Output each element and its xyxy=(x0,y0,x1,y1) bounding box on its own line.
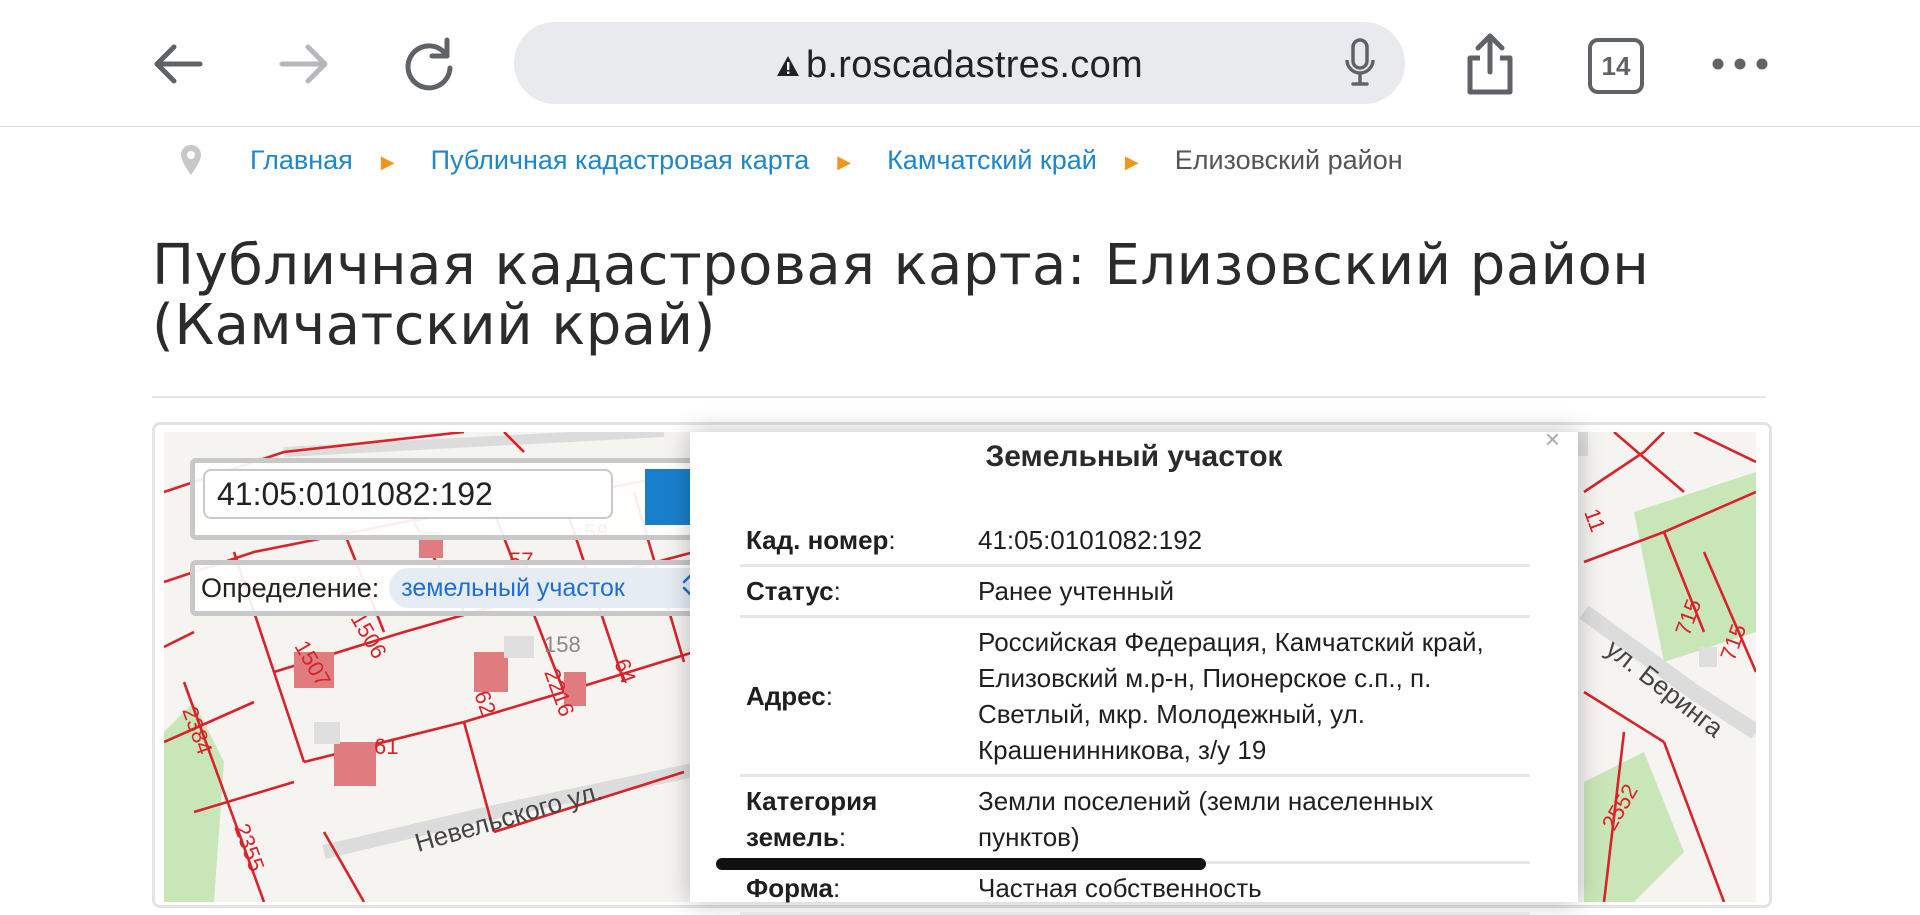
back-arrow-icon[interactable] xyxy=(146,32,210,96)
property-value: Частная собственность xyxy=(964,862,1530,915)
breadcrumb-separator-icon: ▶ xyxy=(1124,151,1139,172)
breadcrumb-separator-icon: ▶ xyxy=(837,151,852,172)
property-value: Земли поселений (земли населенных пункто… xyxy=(964,775,1530,864)
property-key: Адрес: xyxy=(740,616,964,777)
share-icon[interactable] xyxy=(1458,32,1522,96)
forward-arrow-icon[interactable] xyxy=(272,32,336,96)
property-key: Кад. номер: xyxy=(740,516,964,567)
property-value: 41:05:0101082:192 xyxy=(964,516,1530,567)
breadcrumb-current: Елизовский район xyxy=(1174,144,1403,175)
property-key: Форма: xyxy=(740,862,964,915)
breadcrumb-separator-icon: ▶ xyxy=(380,151,395,172)
map-label: 158 xyxy=(544,632,581,657)
table-row: Статус: Ранее учтенный xyxy=(740,565,1530,618)
url-value: b.roscadastres.com xyxy=(806,44,1143,86)
page-title: Публичная кадастровая карта: Елизовский … xyxy=(152,233,1650,358)
browser-toolbar: b.roscadastres.com 14 xyxy=(0,0,1920,127)
microphone-icon[interactable] xyxy=(1343,38,1377,88)
definition-label: Определение: xyxy=(201,572,380,603)
property-key: Статус: xyxy=(740,565,964,618)
reload-icon[interactable] xyxy=(398,32,462,96)
table-row: Категория земель: Земли поселений (земли… xyxy=(740,775,1530,864)
property-key: Категория земель: xyxy=(740,775,964,864)
breadcrumb-region[interactable]: Камчатский край xyxy=(887,145,1097,176)
parcel-info-popup: × Земельный участок Кад. номер: 41:05:01… xyxy=(690,424,1578,915)
location-pin-icon xyxy=(180,144,202,176)
breadcrumb: Главная ▶ Публичная кадастровая карта ▶ … xyxy=(180,140,1403,180)
divider xyxy=(152,396,1766,398)
breadcrumb-home[interactable]: Главная xyxy=(250,145,353,176)
popup-title: Земельный участок xyxy=(985,440,1283,473)
property-value: Ранее учтенный xyxy=(964,565,1530,618)
definition-panel: Определение: земельный участок xyxy=(190,560,730,616)
table-row: Форма: Частная собственность xyxy=(740,862,1530,915)
parcel-properties-table: Кад. номер: 41:05:0101082:192 Статус: Ра… xyxy=(740,516,1530,915)
address-bar[interactable]: b.roscadastres.com xyxy=(514,22,1405,104)
tab-count-button[interactable]: 14 xyxy=(1588,38,1644,94)
property-value: Российская Федерация, Камчатский край, Е… xyxy=(964,616,1530,777)
map-label: 61 xyxy=(374,734,398,759)
more-menu-icon[interactable] xyxy=(1708,32,1772,96)
breadcrumb-public-map[interactable]: Публичная кадастровая карта xyxy=(431,145,810,176)
table-row: Кад. номер: 41:05:0101082:192 xyxy=(740,516,1530,567)
url-text: b.roscadastres.com xyxy=(514,44,1405,87)
home-indicator[interactable] xyxy=(716,858,1206,870)
warning-icon xyxy=(776,44,800,87)
cadastral-number-input[interactable] xyxy=(203,469,613,519)
definition-select[interactable]: земельный участок xyxy=(389,568,712,608)
table-row: Адрес: Российская Федерация, Камчатский … xyxy=(740,616,1530,777)
definition-select-value: земельный участок xyxy=(401,573,625,602)
